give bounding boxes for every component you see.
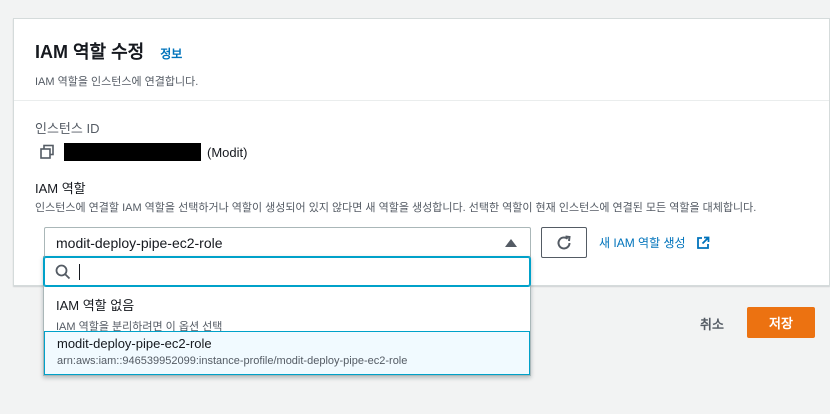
option-no-iam-role[interactable]: IAM 역할 없음 IAM 역할을 분리하려면 이 옵션 선택	[44, 291, 530, 333]
page-title: IAM 역할 수정	[35, 42, 145, 62]
instance-id-row: (Modit)	[39, 143, 247, 161]
iam-role-description: 인스턴스에 연결할 IAM 역할을 선택하거나 역할이 생성되어 있지 않다면 …	[35, 202, 757, 214]
save-button[interactable]: 저장	[747, 307, 815, 338]
text-cursor	[79, 263, 80, 280]
iam-role-select-value: modit-deploy-pipe-ec2-role	[56, 234, 223, 251]
iam-role-label: IAM 역할	[35, 181, 86, 196]
title-row: IAM 역할 수정 정보	[35, 38, 829, 64]
external-link-icon	[696, 236, 709, 249]
edit-iam-role-panel: IAM 역할 수정 정보 IAM 역할을 인스턴스에 연결합니다. 인스턴스 I…	[13, 18, 830, 286]
instance-id-label: 인스턴스 ID	[35, 121, 100, 136]
page-subtitle: IAM 역할을 인스턴스에 연결합니다.	[35, 76, 199, 88]
iam-role-select[interactable]: modit-deploy-pipe-ec2-role	[44, 227, 531, 258]
copy-icon[interactable]	[39, 144, 55, 160]
refresh-button[interactable]	[541, 227, 587, 258]
option-subtitle: arn:aws:iam::946539952099:instance-profi…	[57, 355, 408, 367]
option-title: modit-deploy-pipe-ec2-role	[57, 336, 212, 351]
iam-role-dropdown: IAM 역할 없음 IAM 역할을 분리하려면 이 옵션 선택 modit-de…	[43, 256, 531, 376]
instance-name: (Modit)	[207, 144, 248, 160]
option-title: IAM 역할 없음	[56, 298, 135, 313]
cancel-button[interactable]: 취소	[700, 314, 724, 333]
redacted-instance-id	[64, 143, 201, 161]
dropdown-search-input[interactable]	[44, 257, 530, 286]
caret-up-icon	[505, 239, 517, 247]
refresh-icon	[557, 235, 571, 249]
option-modit-deploy-pipe-ec2-role[interactable]: modit-deploy-pipe-ec2-role arn:aws:iam::…	[44, 331, 530, 375]
search-icon	[55, 264, 71, 279]
panel-header: IAM 역할 수정 정보 IAM 역할을 인스턴스에 연결합니다.	[14, 19, 829, 101]
create-new-iam-role-link[interactable]: 새 IAM 역할 생성	[599, 234, 710, 251]
info-link[interactable]: 정보	[160, 45, 182, 62]
create-new-iam-role-label: 새 IAM 역할 생성	[599, 236, 686, 250]
